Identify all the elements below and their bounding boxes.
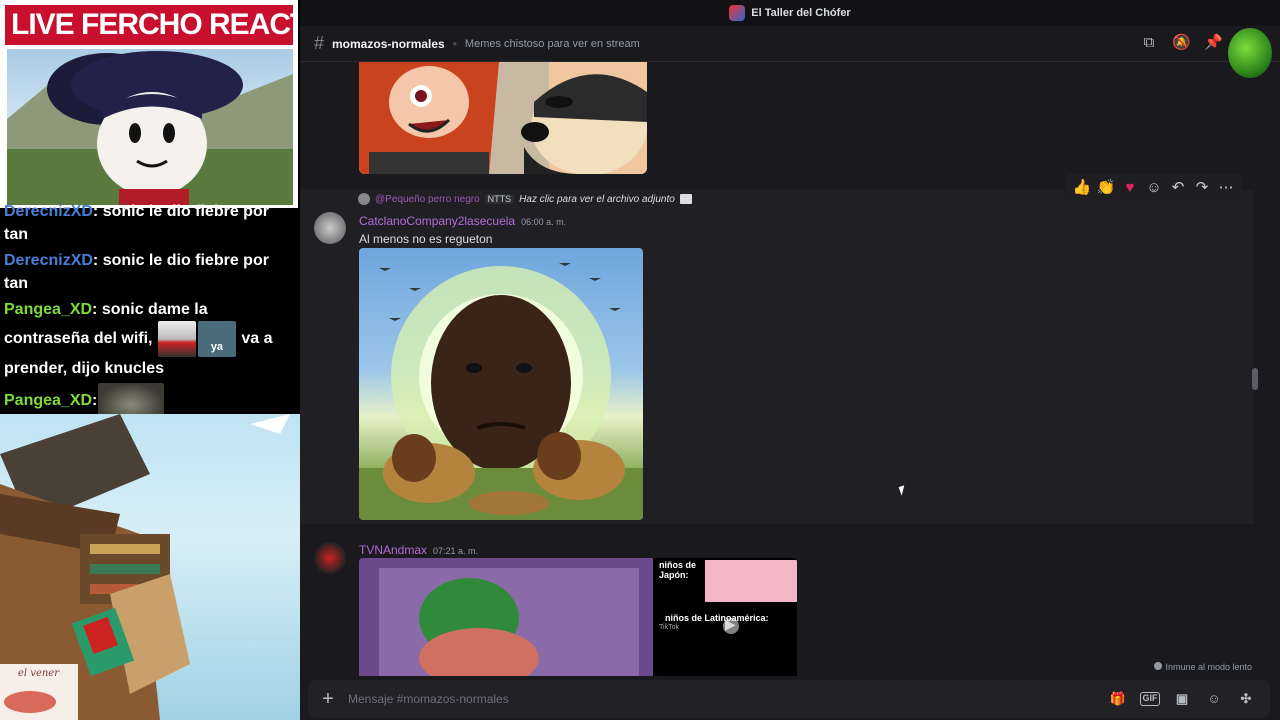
meme-image-lions[interactable] [359,248,643,520]
reply-avatar-icon [358,193,370,205]
reply-icon[interactable]: ↶ [1168,178,1188,196]
gif-icon[interactable]: GIF [1140,692,1160,706]
composer-toolbar: 🎁 GIF ▣ ☺ ✣ [1108,689,1270,709]
avatar[interactable] [314,212,346,244]
chat-username: DerecnizXD [4,203,93,220]
titlebar: El Taller del Chófer [300,0,1280,26]
reply-attachment-hint[interactable]: Haz clic para ver el archivo adjunto [519,194,675,205]
video-caption-top: niños de Japón: [659,560,697,580]
channel-header: # momazos-normales • Memes chistoso para… [300,26,1280,78]
clap-icon[interactable]: 👏 [1096,178,1116,196]
add-reaction-icon[interactable]: ☺ [1144,179,1164,196]
add-attachment-icon[interactable]: + [308,688,348,711]
mute-bell-icon[interactable]: 🔕 [1172,34,1191,52]
hash-icon: # [314,33,325,53]
message-list[interactable]: 👍 👏 ♥ ☺ ↶ ↷ ⋯ @Pequeño perro negro NTTS … [300,62,1280,676]
chat-username: Pangea_XD [4,301,93,318]
chat-message: DerecnizXD: sonic le dio fiebre por tan [4,249,296,295]
window-title: El Taller del Chófer [751,7,851,19]
message-content: Al menos no es regueton [359,232,493,246]
cam-character [7,49,293,205]
emote-label: ya [210,341,224,353]
signature-overlay: el vener [0,664,78,720]
message-timestamp: 06:00 a. m. [521,217,567,227]
topic-divider: • [452,36,457,51]
video-embed[interactable]: niños de Japón: niños de Latinoamérica: … [359,558,797,676]
video-watermark: TikTok [659,624,679,631]
slowmode-indicator: Inmune al modo lento [1154,662,1252,672]
screen: LIVE FERCHO REACTION DerecnizXD: [0,0,1280,720]
reply-preview[interactable]: @Pequeño perro negro NTTS Haz clic para … [358,193,692,205]
header-toolbar: ⧉ 🔕 📌 [1140,34,1223,52]
play-icon[interactable]: ▶ [725,616,736,633]
discord-window: El Taller del Chófer # momazos-normales … [300,0,1280,720]
server-icon [729,5,746,21]
message-input[interactable] [348,692,1108,706]
cam-title: LIVE FERCHO REACTION [5,5,293,45]
image-icon [679,194,692,204]
pin-icon[interactable]: 📌 [1204,34,1223,52]
gift-icon[interactable]: 🎁 [1108,689,1128,709]
stream-chat: DerecnizXD: sonic le dio fiebre por tan … [0,200,300,414]
car-emote [157,321,196,357]
heart-icon[interactable]: ♥ [1120,179,1140,196]
emoji-icon[interactable]: ☺ [1204,689,1224,709]
video-caption-bottom: niños de Latinoamérica: [665,613,769,623]
avatar[interactable] [314,542,346,574]
stream-overlay: LIVE FERCHO REACTION DerecnizXD: [0,0,300,720]
thumbs-up-icon[interactable]: 👍 [1072,178,1092,196]
message-action-bar: 👍 👏 ♥ ☺ ↶ ↷ ⋯ [1066,174,1242,200]
meme-image-comic[interactable] [359,62,647,174]
more-options-icon[interactable]: ⋯ [1216,178,1236,196]
chat-username: Pangea_XD [4,392,93,410]
author-name[interactable]: CatclanoCompany2lasecuela [359,214,515,228]
apps-icon[interactable]: ✣ [1236,689,1256,709]
author-name[interactable]: TVNAndmax [359,543,427,557]
message-author[interactable]: CatclanoCompany2lasecuela 06:00 a. m. [359,214,566,228]
chat-username: DerecnizXD [4,252,93,269]
sticker-icon[interactable]: ▣ [1172,689,1192,709]
message-composer: + 🎁 GIF ▣ ☺ ✣ [308,680,1270,718]
stopwatch-icon [1154,662,1163,670]
webcam-frame: LIVE FERCHO REACTION [0,0,298,208]
threads-icon[interactable]: ⧉ [1140,34,1158,52]
chat-message: DerecnizXD: sonic le dio fiebre por tan [4,200,296,246]
chat-text: : [92,392,98,410]
scrollbar[interactable] [1252,368,1258,390]
chat-message: Pangea_XD: [4,383,296,414]
channel-topic[interactable]: Memes chistoso para ver en stream [465,38,640,50]
seal-emote [98,383,165,414]
forward-icon[interactable]: ↷ [1192,178,1212,196]
channel-name: momazos-normales [332,36,445,51]
reply-guild-tag: NTTS [484,194,515,204]
message-timestamp: 07:21 a. m. [433,546,479,556]
marshmello-emote: ya [197,321,236,357]
slowmode-text: Inmune al modo lento [1165,662,1252,672]
reply-username[interactable]: @Pequeño perro negro [375,194,480,205]
chat-message: Pangea_XD: sonic dame la contraseña del … [4,298,296,380]
message-author[interactable]: TVNAndmax 07:21 a. m. [359,543,478,557]
minecraft-gameplay: el vener [0,414,300,720]
